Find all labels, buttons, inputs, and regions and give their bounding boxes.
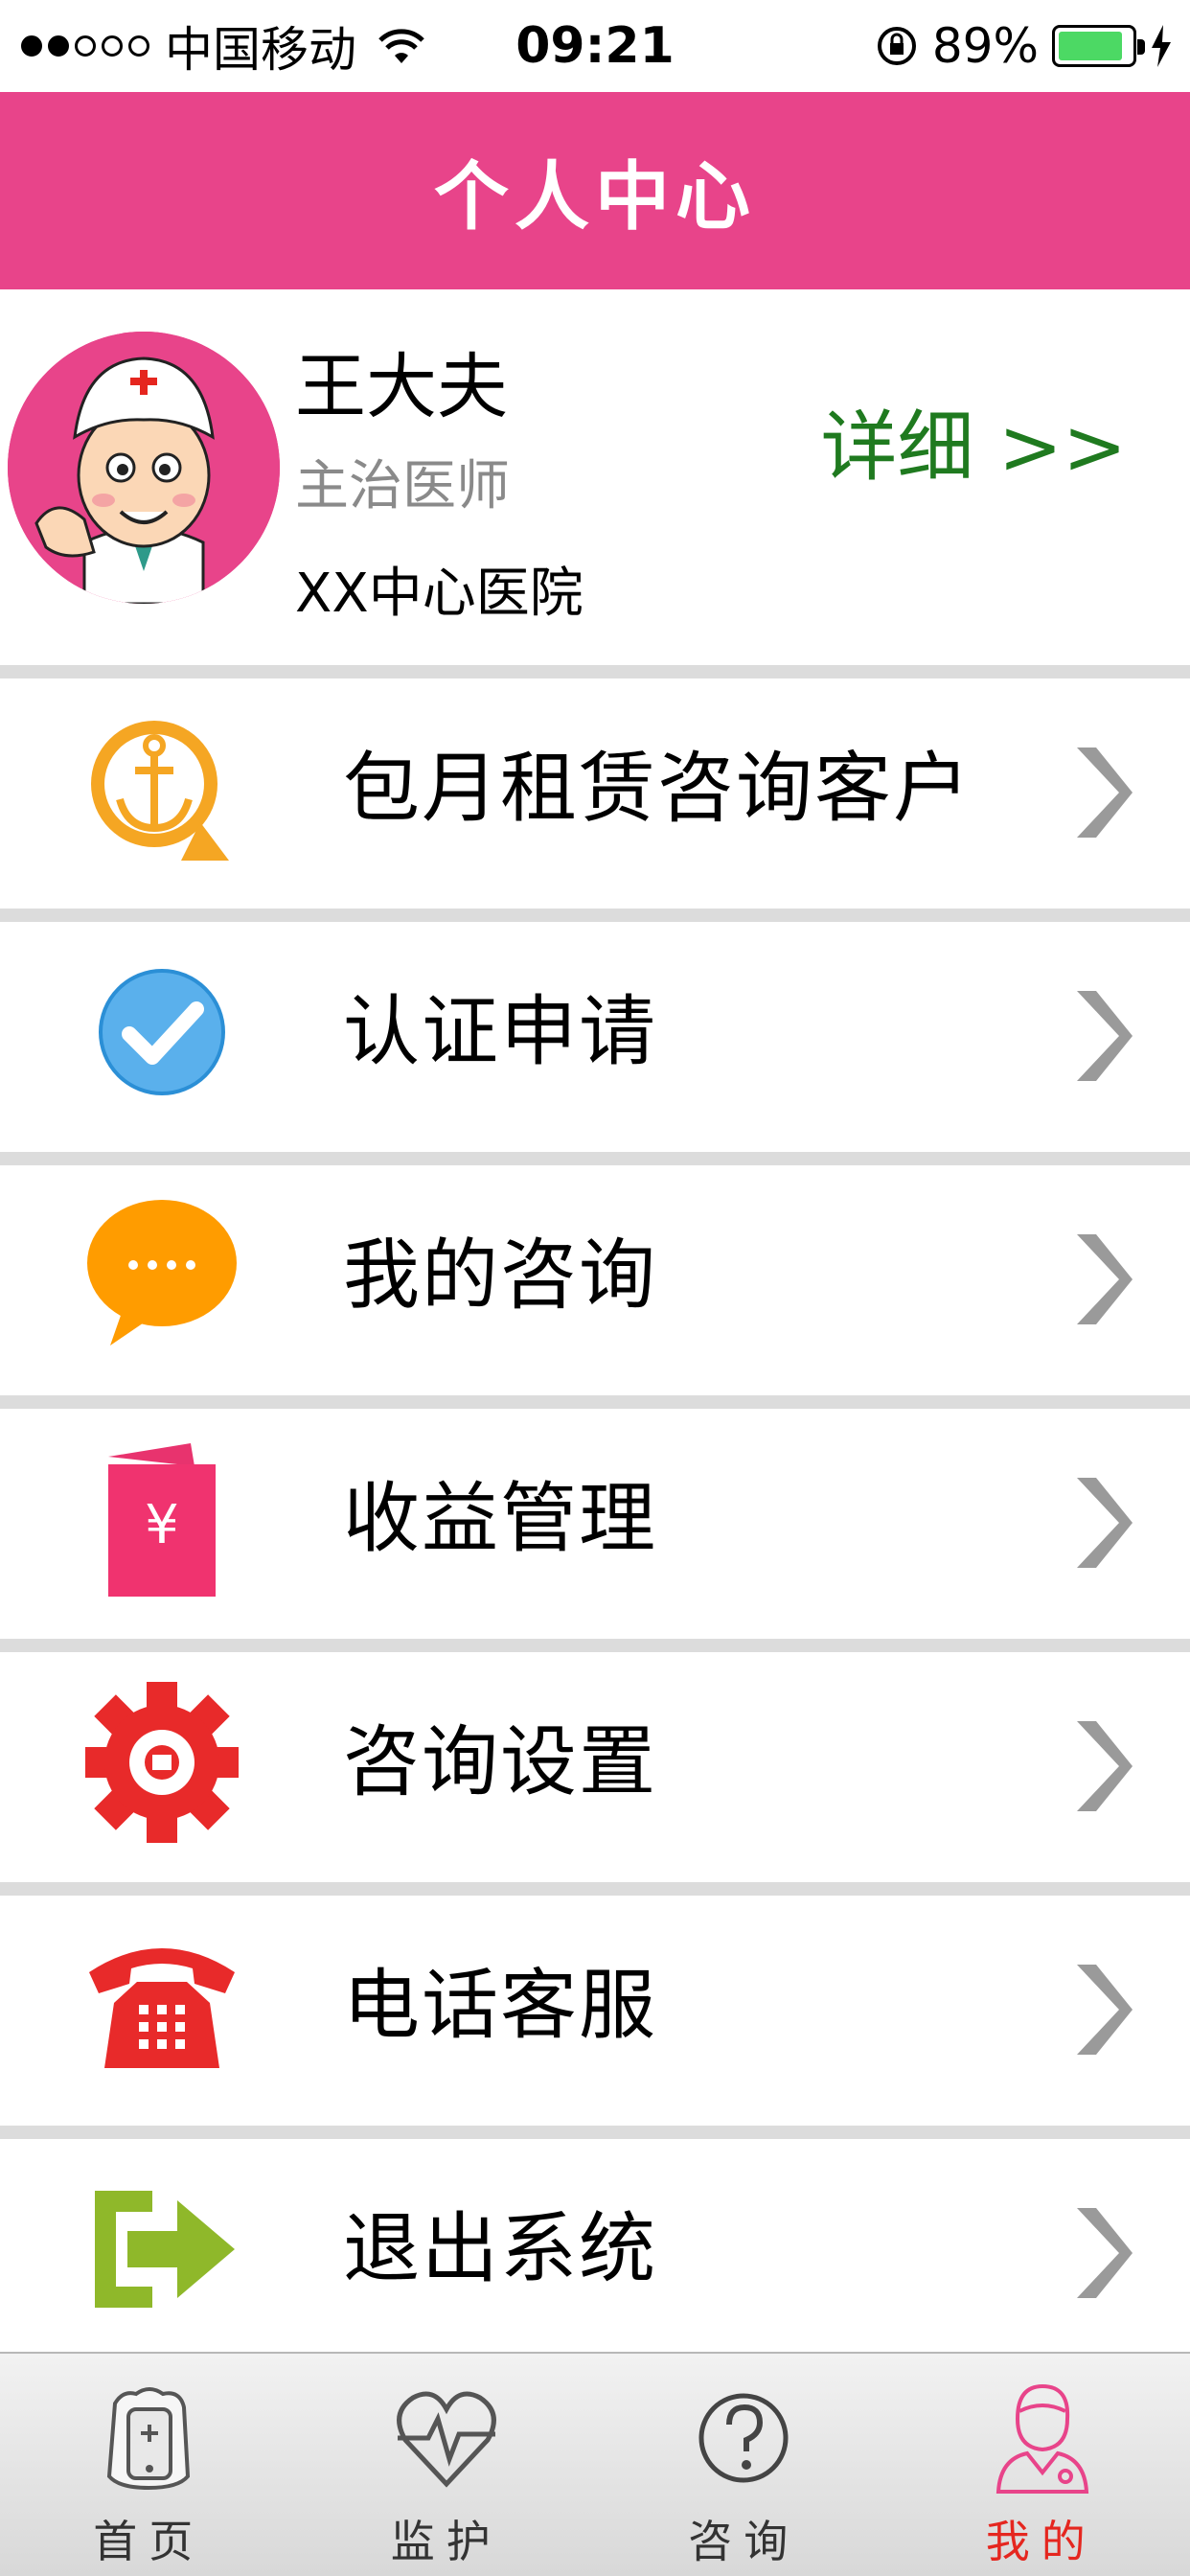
menu-item-phone-support[interactable]: 电话客服 <box>0 1882 1190 2126</box>
rotation-lock-icon <box>877 27 916 65</box>
tab-monitor[interactable]: 监护 <box>298 2354 596 2576</box>
menu-label: 退出系统 <box>343 2204 657 2293</box>
chat-bubble-icon <box>80 1194 243 1357</box>
charging-icon <box>1152 25 1171 67</box>
menu-label: 我的咨询 <box>343 1230 657 1320</box>
doctor-hospital: XX中心医院 <box>295 563 584 625</box>
tab-bar: 首页 监护 咨询 我的 <box>0 2352 1190 2576</box>
heartbeat-icon <box>396 2391 496 2488</box>
tab-label: 我的 <box>985 2516 1097 2567</box>
tab-home[interactable]: 首页 <box>0 2354 298 2576</box>
tab-label: 监护 <box>390 2516 502 2567</box>
battery-percent: 89% <box>931 18 1039 74</box>
menu-list: 包月租赁咨询客户 认证申请 我的咨询 ¥ 收益管理 咨询设置 电话客服 退出系统 <box>0 665 1190 2369</box>
menu-item-my-consultations[interactable]: 我的咨询 <box>0 1152 1190 1395</box>
nav-bar: 个人中心 <box>0 92 1190 289</box>
menu-item-earnings[interactable]: ¥ 收益管理 <box>0 1395 1190 1639</box>
menu-label: 包月租赁咨询客户 <box>343 744 972 833</box>
chevron-right-icon <box>1077 991 1133 1081</box>
menu-label: 电话客服 <box>343 1961 657 2050</box>
doctor-icon <box>995 2383 1088 2494</box>
doctor-title: 主治医师 <box>295 455 510 518</box>
question-icon <box>698 2393 789 2483</box>
doctor-name: 王大夫 <box>295 346 508 428</box>
home-phone-icon <box>107 2387 191 2491</box>
doctor-cartoon-icon <box>8 332 280 604</box>
menu-label: 咨询设置 <box>343 1717 657 1806</box>
avatar <box>8 332 280 604</box>
status-bar: 中国移动 09:21 89% <box>0 0 1190 92</box>
page-title: 个人中心 <box>433 154 756 241</box>
chevron-right-icon <box>1077 1478 1133 1568</box>
chevron-right-icon <box>1077 1965 1133 2055</box>
menu-item-monthly-rental[interactable]: 包月租赁咨询客户 <box>0 665 1190 908</box>
svg-text:¥: ¥ <box>145 1494 179 1556</box>
anchor-icon <box>80 707 243 870</box>
chevron-right-icon <box>1077 748 1133 838</box>
logout-icon <box>80 2168 243 2331</box>
menu-label: 认证申请 <box>343 987 657 1076</box>
checkmark-icon <box>80 951 243 1114</box>
menu-item-consult-settings[interactable]: 咨询设置 <box>0 1639 1190 1882</box>
status-right: 89% <box>875 17 1173 75</box>
profile-detail-link[interactable]: 详细 >> <box>821 395 1128 500</box>
tab-label: 咨询 <box>688 2516 800 2567</box>
chevron-right-icon <box>1077 1234 1133 1324</box>
telephone-icon <box>80 1924 243 2087</box>
tab-label: 首页 <box>93 2516 205 2567</box>
tab-consult[interactable]: 咨询 <box>595 2354 893 2576</box>
yuan-wallet-icon: ¥ <box>80 1438 243 1600</box>
tab-mine[interactable]: 我的 <box>893 2354 1190 2576</box>
gear-icon <box>80 1681 243 1844</box>
chevron-right-icon <box>1077 1721 1133 1811</box>
chevron-right-icon <box>1077 2208 1133 2298</box>
battery-icon <box>1052 25 1145 67</box>
menu-item-certification[interactable]: 认证申请 <box>0 908 1190 1152</box>
profile-card[interactable]: 王大夫 主治医师 XX中心医院 详细 >> <box>0 289 1190 665</box>
menu-label: 收益管理 <box>343 1474 657 1563</box>
menu-item-logout[interactable]: 退出系统 <box>0 2126 1190 2369</box>
